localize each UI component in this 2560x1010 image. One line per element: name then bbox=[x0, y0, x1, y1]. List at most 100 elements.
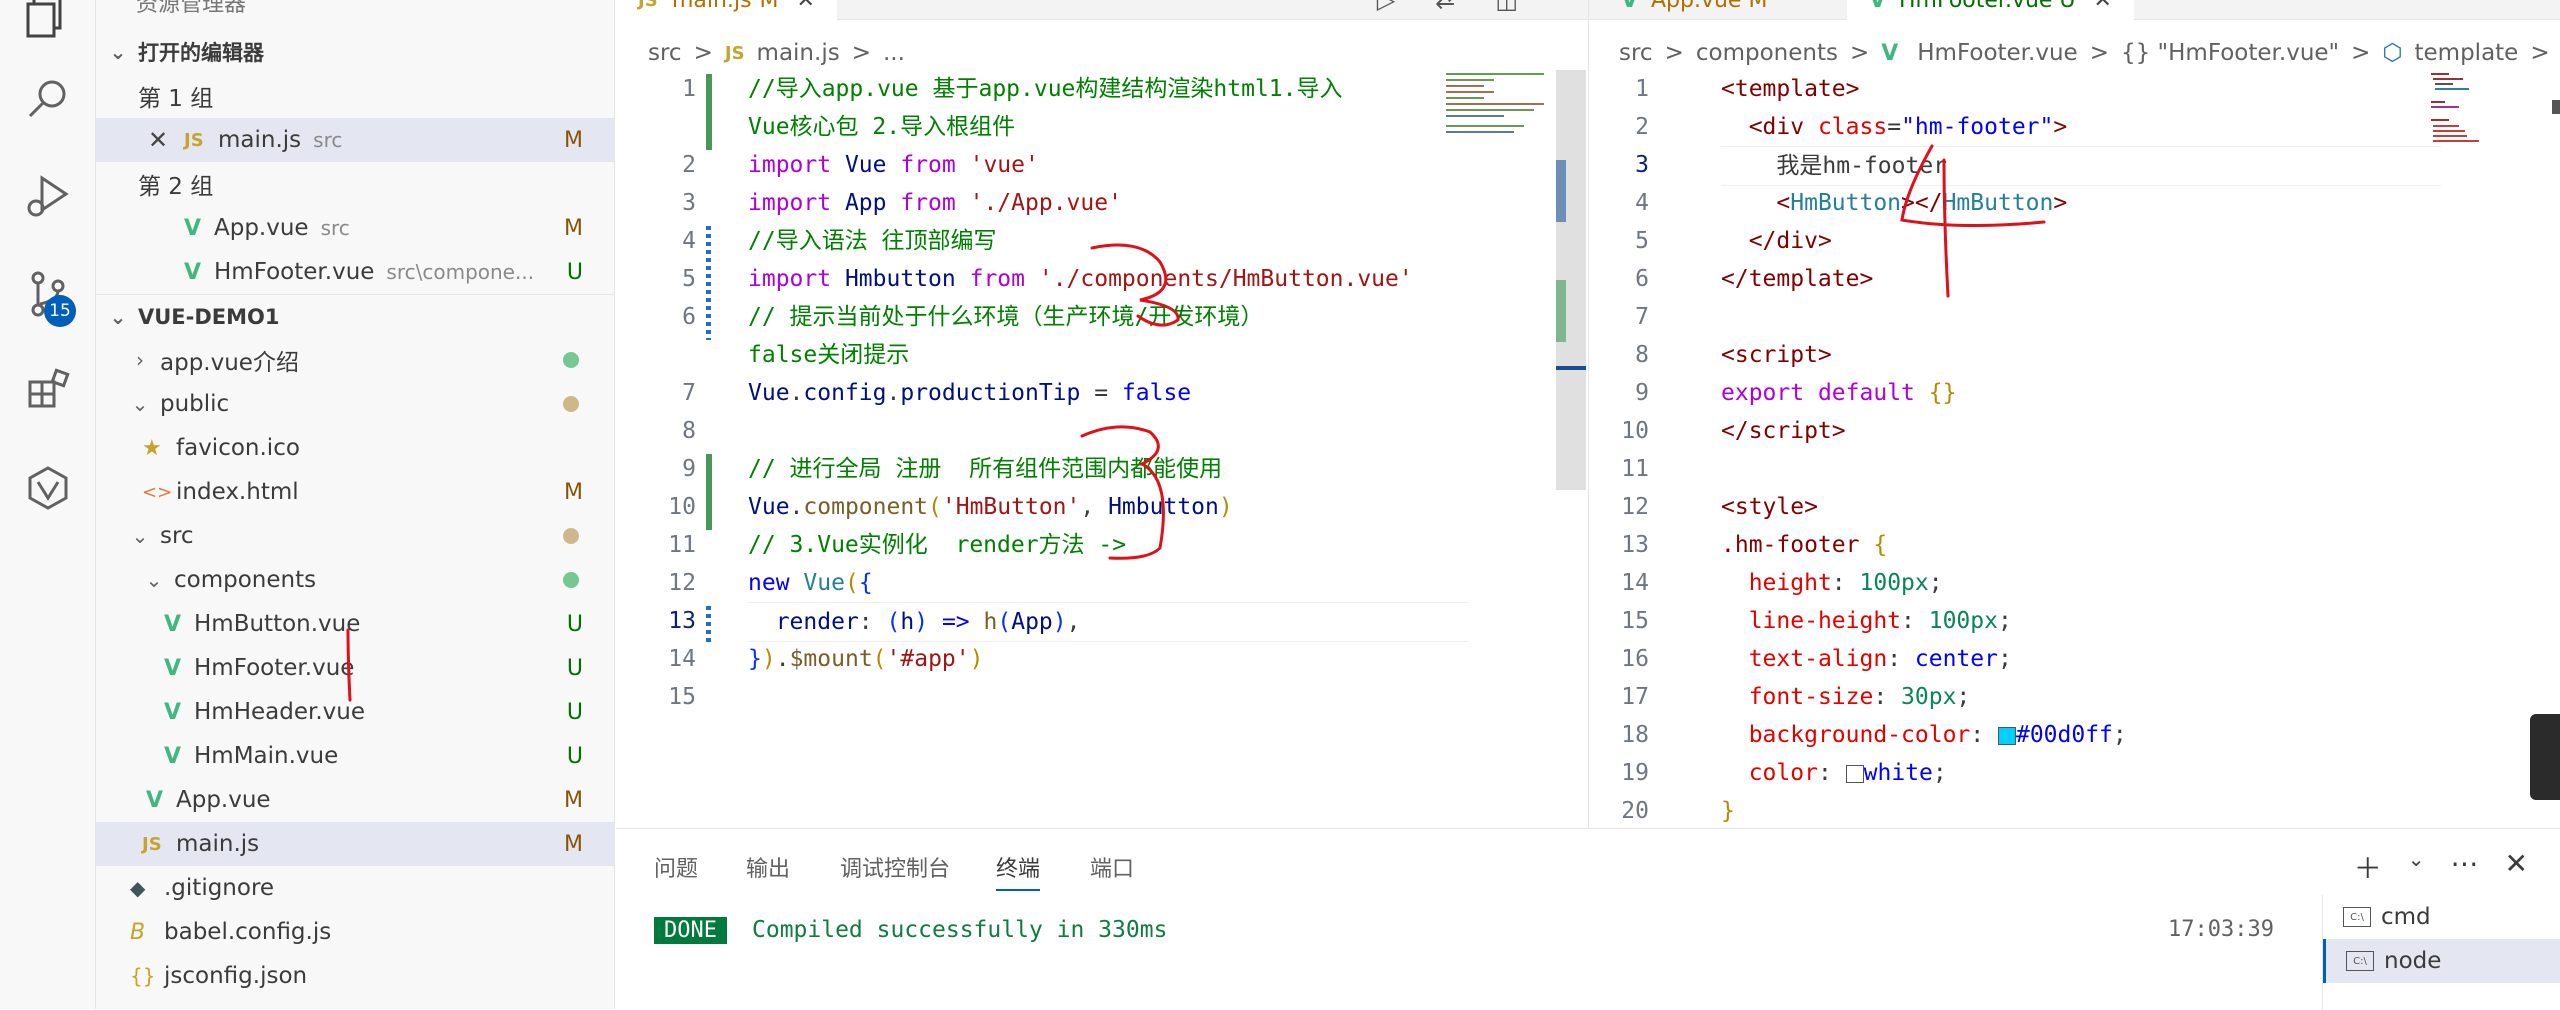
status-dot bbox=[563, 352, 579, 368]
tab-main-js[interactable]: JS main.js M ✕ bbox=[616, 0, 837, 20]
split-editor-icon[interactable]: ◫ bbox=[1495, 0, 1518, 14]
line-number: 20 bbox=[1621, 798, 1649, 824]
tab-problems[interactable]: 问题 bbox=[654, 851, 698, 883]
run-debug-icon[interactable] bbox=[20, 168, 76, 224]
line-number: 16 bbox=[1621, 646, 1649, 672]
tree-item-src[interactable]: ⌄ src bbox=[96, 514, 614, 558]
line-number: 8 bbox=[682, 418, 696, 444]
code-line: Vue.config.productionTip = false bbox=[748, 380, 1192, 406]
tree-item-hmfooter[interactable]: V HmFooter.vue U bbox=[96, 646, 614, 690]
breadcrumb-item[interactable]: {} "HmFooter.vue" bbox=[2121, 40, 2339, 66]
open-editor-app-vue[interactable]: V App.vue src M bbox=[96, 206, 614, 250]
tab-label: HmFooter.vue U bbox=[1899, 0, 2076, 13]
terminal-item-cmd[interactable]: C:\ cmd bbox=[2323, 895, 2560, 939]
file-name: HmButton.vue bbox=[194, 611, 361, 637]
open-editor-main-js[interactable]: ✕ JS main.js src M bbox=[96, 118, 614, 162]
editor-main-js[interactable]: JS main.js M ✕ ▷ ⇄ ◫ src > JS main.js >... 1 2 3 … bbox=[616, 0, 1588, 828]
tree-item-index-html[interactable]: <> index.html M bbox=[96, 470, 614, 514]
color-swatch[interactable] bbox=[1997, 726, 2016, 745]
compare-icon[interactable]: ⇄ bbox=[1435, 0, 1455, 14]
line-number: 9 bbox=[682, 456, 696, 482]
tab-app-vue[interactable]: V App.vue M bbox=[1599, 0, 1789, 20]
tree-item-hmheader[interactable]: V HmHeader.vue U bbox=[96, 690, 614, 734]
bottom-panel: 问题 输出 调试控制台 终端 端口 ＋ ⌄ ⋯ ✕ DONE Compiled suc… bbox=[616, 828, 2560, 1010]
open-editors-section[interactable]: ⌄ 打开的编辑器 bbox=[96, 30, 614, 74]
tree-item-favicon[interactable]: ★ favicon.ico bbox=[96, 426, 614, 470]
add-terminal-icon[interactable]: ＋ bbox=[2354, 847, 2382, 887]
status-badge: M bbox=[564, 479, 583, 505]
breadcrumb-item[interactable]: ... bbox=[883, 40, 905, 66]
code-line: Vue.component('HmButton', Hmbutton) bbox=[748, 494, 1233, 520]
close-icon[interactable]: ✕ bbox=[148, 126, 184, 154]
tree-item-app-vue[interactable]: V App.vue M bbox=[96, 778, 614, 822]
project-section[interactable]: ⌄ VUE-DEMO1 bbox=[96, 294, 614, 338]
tree-item-components[interactable]: ⌄ components bbox=[96, 558, 614, 602]
breadcrumb-item[interactable]: template bbox=[2415, 40, 2519, 66]
breadcrumb-sep: > bbox=[851, 40, 871, 66]
breadcrumb: src > components > V HmFooter.vue > {} "HmFoote… bbox=[1619, 36, 2560, 70]
status-badge: M bbox=[564, 831, 583, 857]
line-number: 13 bbox=[1621, 532, 1649, 558]
breadcrumb-item[interactable]: src bbox=[648, 40, 682, 66]
terminal-item-node[interactable]: C:\ node bbox=[2323, 939, 2560, 983]
tree-item-gitignore[interactable]: ◆ .gitignore bbox=[96, 866, 614, 910]
editor-hmfooter-vue[interactable]: V App.vue M V HmFooter.vue U ✕ src > componen… bbox=[1588, 0, 2560, 828]
close-icon[interactable]: ✕ bbox=[2505, 847, 2528, 887]
color-swatch[interactable] bbox=[1845, 764, 1864, 783]
tree-item-app-vue-intro[interactable]: › app.vue介绍 bbox=[96, 338, 614, 382]
vue-file-icon: V bbox=[146, 787, 164, 813]
vue-devtools-icon[interactable] bbox=[20, 460, 76, 516]
tree-item-main-js[interactable]: JS main.js M bbox=[96, 822, 614, 866]
line-number: 13 bbox=[668, 608, 696, 634]
code-line: background-color: #00d0ff; bbox=[1748, 722, 2127, 748]
breadcrumb-sep: > bbox=[1664, 40, 1684, 66]
close-icon[interactable]: ✕ bbox=[797, 0, 815, 13]
code-line-current: render: (h) => h(App), bbox=[748, 602, 1468, 642]
activity-bar: 15 bbox=[0, 0, 96, 1009]
breadcrumb: src > JS main.js >... bbox=[648, 36, 917, 70]
tab-hmfooter-vue[interactable]: V HmFooter.vue U ✕ bbox=[1847, 0, 2134, 20]
more-icon[interactable]: ⋯ bbox=[2451, 847, 2479, 887]
code-line: </div> bbox=[1748, 228, 1832, 254]
done-badge: DONE bbox=[654, 917, 727, 944]
breadcrumb-item[interactable]: components bbox=[1696, 40, 1838, 66]
git-icon: ◆ bbox=[130, 876, 146, 900]
tab-terminal[interactable]: 终端 bbox=[996, 851, 1041, 891]
vue-file-icon: V bbox=[1621, 0, 1639, 13]
tree-item-jsconfig[interactable]: {} jsconfig.json bbox=[96, 954, 614, 998]
tree-item-hmbutton[interactable]: V HmButton.vue U bbox=[96, 602, 614, 646]
code-line: export default {} bbox=[1721, 380, 1957, 406]
tree-item-public[interactable]: ⌄ public bbox=[96, 382, 614, 426]
code-line: import Vue from 'vue' bbox=[748, 152, 1039, 178]
tab-ports[interactable]: 端口 bbox=[1090, 851, 1134, 883]
line-number: 3 bbox=[1635, 152, 1649, 178]
line-number: 9 bbox=[1635, 380, 1649, 406]
open-editor-hmfooter-vue[interactable]: V HmFooter.vue src\compone... U bbox=[96, 250, 614, 294]
line-number: 3 bbox=[682, 190, 696, 216]
chevron-down-icon[interactable]: ⌄ bbox=[2408, 847, 2425, 887]
floating-widget[interactable] bbox=[2530, 714, 2560, 800]
breadcrumb-item[interactable]: main.js bbox=[757, 40, 840, 66]
breadcrumb-item[interactable]: HmFooter.vue bbox=[1917, 40, 2077, 66]
file-name: .gitignore bbox=[164, 875, 275, 901]
tree-item-babel-config[interactable]: Bbabel.config.js bbox=[96, 910, 614, 954]
scrollbar-thumb[interactable] bbox=[2552, 100, 2560, 114]
tab-debug-console[interactable]: 调试控制台 bbox=[840, 851, 950, 883]
code-line: text-align: center; bbox=[1748, 646, 2012, 672]
line-number: 2 bbox=[682, 152, 696, 178]
search-icon[interactable] bbox=[20, 72, 76, 128]
explorer-icon[interactable] bbox=[20, 0, 76, 44]
minimap[interactable] bbox=[1444, 70, 1564, 370]
line-number: 5 bbox=[1635, 228, 1649, 254]
run-icon[interactable]: ▷ bbox=[1377, 0, 1395, 14]
extensions-icon[interactable] bbox=[20, 362, 76, 418]
tree-item-hmmain[interactable]: V HmMain.vue U bbox=[96, 734, 614, 778]
close-icon[interactable]: ✕ bbox=[2094, 0, 2112, 13]
git-modified-marker bbox=[706, 606, 711, 644]
minimap[interactable] bbox=[2429, 70, 2549, 370]
line-number: 14 bbox=[1621, 570, 1649, 596]
code-line: <HmButton></HmButton> bbox=[1776, 190, 2068, 216]
tab-output[interactable]: 输出 bbox=[746, 851, 790, 883]
folder-name: public bbox=[160, 391, 230, 417]
breadcrumb-item[interactable]: src bbox=[1619, 40, 1653, 66]
